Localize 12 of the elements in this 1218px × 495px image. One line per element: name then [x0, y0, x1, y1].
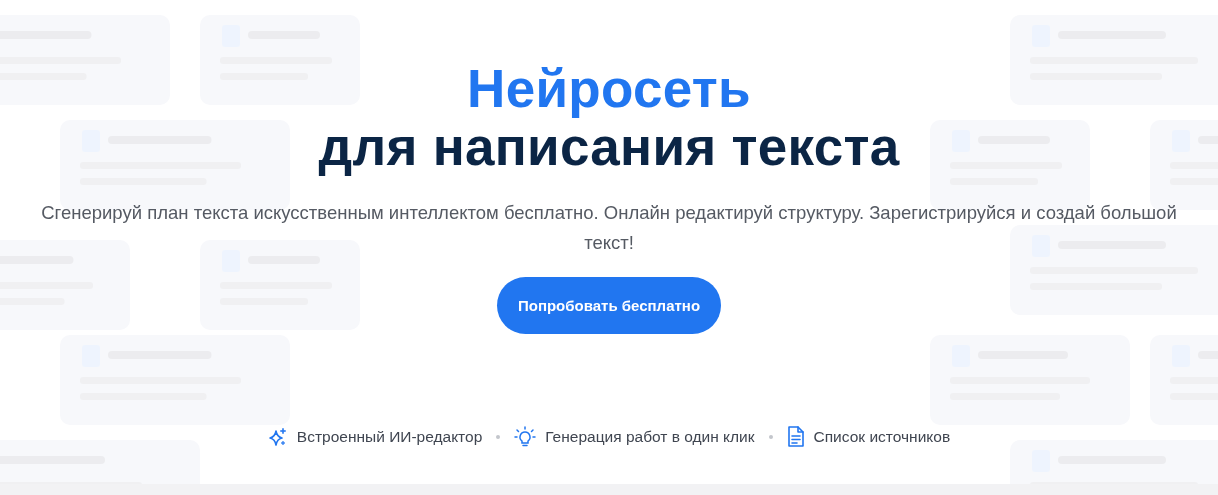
- feature-label: Встроенный ИИ-редактор: [296, 428, 483, 446]
- lightbulb-icon: [514, 426, 537, 448]
- hero-subtitle: Сгенерируй план текста искусственным интеллектом бесплатно. Онлайн редактируй структуру. Зарегистрируйся и создай большой текст!: [40, 201, 1178, 255]
- separator-dot: [768, 435, 773, 439]
- sparkle-icon: [267, 427, 288, 447]
- hero-title: для написания текста: [318, 118, 900, 176]
- feature-label: Генерация работ в один клик: [545, 428, 755, 446]
- try-free-button[interactable]: Попробовать бесплатно: [496, 277, 722, 334]
- feature-label: Список источников: [813, 428, 951, 446]
- hero-title-accent: Нейросеть: [467, 60, 751, 118]
- document-icon: [786, 426, 805, 448]
- separator-dot: [496, 435, 501, 439]
